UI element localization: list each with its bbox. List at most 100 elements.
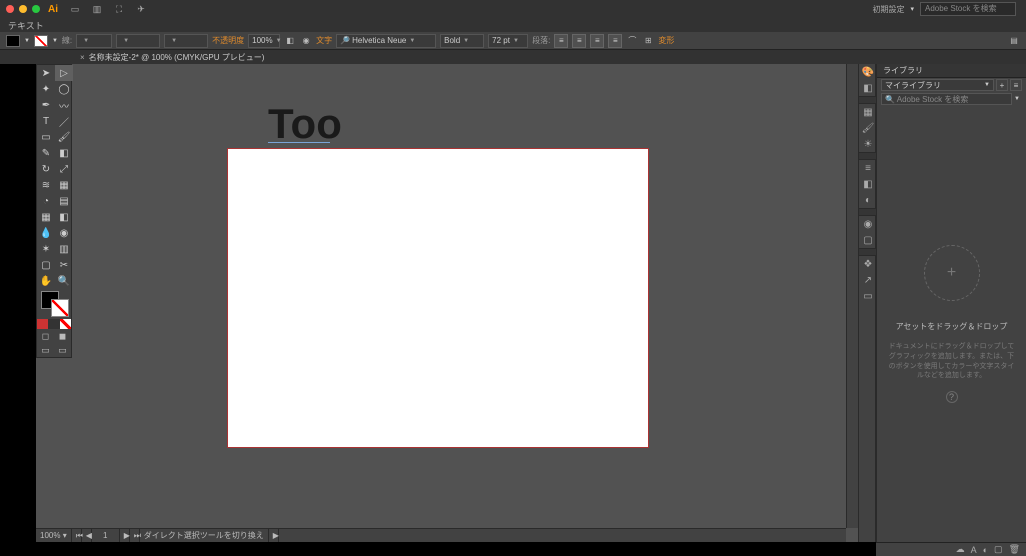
- symbols-panel-icon[interactable]: ☀: [859, 136, 877, 152]
- stroke-width-field[interactable]: [76, 34, 112, 48]
- close-doc-button[interactable]: ×: [80, 53, 85, 62]
- fill-swatch[interactable]: [6, 35, 20, 47]
- layers-panel-icon[interactable]: ❖: [859, 256, 877, 272]
- library-menu-button[interactable]: ≡: [1010, 79, 1022, 91]
- font-size-field[interactable]: 72 pt: [488, 34, 528, 48]
- artboard-tool[interactable]: ▢: [37, 257, 55, 273]
- gradient-tool[interactable]: ◧: [55, 209, 73, 225]
- font-weight-field[interactable]: Bold: [440, 34, 484, 48]
- library-dropdown[interactable]: マイライブラリ▼: [881, 79, 994, 91]
- opacity-label[interactable]: 不透明度: [212, 35, 244, 46]
- var-width-profile[interactable]: [116, 34, 160, 48]
- color-guide-icon[interactable]: ◧: [859, 80, 877, 96]
- zoom-tool[interactable]: 🔍: [55, 273, 73, 289]
- scale-tool[interactable]: ⤢: [55, 161, 73, 177]
- artboard-first[interactable]: ⏮: [72, 529, 82, 542]
- curvature-tool[interactable]: 〰: [55, 97, 73, 113]
- cloud-sync-icon[interactable]: ☁: [956, 544, 965, 555]
- blend-tool[interactable]: ◉: [55, 225, 73, 241]
- draw-normal[interactable]: ▭: [37, 343, 54, 357]
- stock-search-top[interactable]: Adobe Stock を検索: [920, 2, 1016, 16]
- artboard-number[interactable]: 1: [92, 529, 120, 542]
- asset-export-panel-icon[interactable]: ↗: [859, 272, 877, 288]
- artboard-last[interactable]: ⏭: [130, 529, 140, 542]
- zoom-field[interactable]: 100% ▾: [36, 529, 72, 542]
- maximize-window[interactable]: [32, 5, 40, 13]
- add-text-style-icon[interactable]: A: [971, 545, 977, 555]
- style-icon[interactable]: ◧: [284, 35, 296, 47]
- brushes-panel-icon[interactable]: 🖌: [859, 120, 877, 136]
- library-tab[interactable]: ライブラリ: [877, 64, 1026, 78]
- full-screen[interactable]: ◼: [54, 329, 71, 343]
- add-color-icon[interactable]: ◐: [983, 545, 988, 555]
- mesh-tool[interactable]: ▦: [37, 209, 55, 225]
- vertical-scrollbar[interactable]: [846, 64, 858, 528]
- color-mode-solid[interactable]: [37, 319, 48, 329]
- color-panel-icon[interactable]: 🎨: [859, 64, 877, 80]
- gradient-panel-icon[interactable]: ◧: [859, 176, 877, 192]
- document-tab[interactable]: 名称未設定-2* @ 100% (CMYK/GPU プレビュー): [89, 52, 265, 63]
- envelope-icon[interactable]: ⌒: [626, 35, 638, 47]
- panel-menu-icon[interactable]: ▤: [1008, 35, 1020, 47]
- align-center-button[interactable]: ≡: [572, 34, 586, 48]
- eyedropper-tool[interactable]: 💧: [37, 225, 55, 241]
- perspective-tool[interactable]: ▤: [55, 193, 73, 209]
- workspace-switcher[interactable]: 初期設定: [872, 4, 904, 15]
- slice-tool[interactable]: ✂: [55, 257, 73, 273]
- rotate-tool[interactable]: ↻: [37, 161, 55, 177]
- brush-tool[interactable]: 🖌: [55, 129, 73, 145]
- shape-builder-tool[interactable]: ◔: [37, 193, 55, 209]
- direct-selection-tool[interactable]: ▷: [55, 65, 73, 81]
- brush-def[interactable]: [164, 34, 208, 48]
- library-search-dd-icon[interactable]: ▼: [1012, 96, 1022, 102]
- type-tool[interactable]: T: [37, 113, 55, 129]
- symbol-sprayer-tool[interactable]: ✶: [37, 241, 55, 257]
- send-icon[interactable]: ✈: [134, 4, 148, 15]
- bridge-icon[interactable]: ▭: [68, 4, 82, 15]
- swatches-panel-icon[interactable]: ▦: [859, 104, 877, 120]
- stroke-dropdown-icon[interactable]: ▼: [52, 38, 58, 44]
- graphic-styles-icon[interactable]: ▢: [859, 232, 877, 248]
- draw-behind[interactable]: ▭: [54, 343, 71, 357]
- library-help-icon[interactable]: ?: [946, 391, 958, 403]
- library-search[interactable]: 🔍 Adobe Stock を検索: [881, 93, 1012, 105]
- artboards-panel-icon[interactable]: ▭: [859, 288, 877, 304]
- canvas-area[interactable]: Too 100% ▾ ⏮ ◀ 1 ▶ ⏭ ダイレクト選択ツールを切り換え ▶: [36, 64, 858, 542]
- graph-tool[interactable]: ▥: [55, 241, 73, 257]
- selection-tool[interactable]: ➤: [37, 65, 55, 81]
- free-transform-tool[interactable]: ▦: [55, 177, 73, 193]
- artboard[interactable]: [228, 149, 648, 447]
- hand-tool[interactable]: ✋: [37, 273, 55, 289]
- workspace-dropdown-icon[interactable]: ▾: [910, 5, 914, 13]
- align-panel-icon[interactable]: ⊞: [642, 35, 654, 47]
- artwork-text[interactable]: Too: [268, 100, 342, 148]
- stroke-color[interactable]: [51, 299, 69, 317]
- lasso-tool[interactable]: ◯: [55, 81, 73, 97]
- color-mode-none[interactable]: [60, 319, 71, 329]
- pen-tool[interactable]: ✒: [37, 97, 55, 113]
- add-graphic-icon[interactable]: ▢: [994, 544, 1003, 555]
- width-tool[interactable]: ≋: [37, 177, 55, 193]
- transparency-panel-icon[interactable]: ◐: [859, 192, 877, 208]
- align-justify-button[interactable]: ≡: [608, 34, 622, 48]
- transform-label[interactable]: 変形: [658, 35, 674, 46]
- fill-dropdown-icon[interactable]: ▼: [24, 38, 30, 44]
- color-picker[interactable]: [37, 289, 71, 319]
- appearance-panel-icon[interactable]: ◉: [859, 216, 877, 232]
- eraser-tool[interactable]: ◧: [55, 145, 73, 161]
- recolor-icon[interactable]: ◉: [300, 35, 312, 47]
- close-window[interactable]: [6, 5, 14, 13]
- trash-icon[interactable]: 🗑: [1009, 544, 1020, 555]
- shaper-tool[interactable]: ✎: [37, 145, 55, 161]
- color-mode-gradient[interactable]: [48, 319, 59, 329]
- library-add-button[interactable]: +: [996, 79, 1008, 91]
- stroke-panel-icon[interactable]: ≡: [859, 160, 877, 176]
- line-tool[interactable]: ／: [55, 113, 73, 129]
- minimize-window[interactable]: [19, 5, 27, 13]
- stroke-swatch[interactable]: [34, 35, 48, 47]
- hint-next[interactable]: ▶: [269, 529, 279, 542]
- font-family-field[interactable]: 🔎Helvetica Neue: [336, 34, 436, 48]
- library-drop-zone[interactable]: +: [924, 245, 980, 301]
- align-right-button[interactable]: ≡: [590, 34, 604, 48]
- gpu-icon[interactable]: ⛶: [112, 4, 126, 15]
